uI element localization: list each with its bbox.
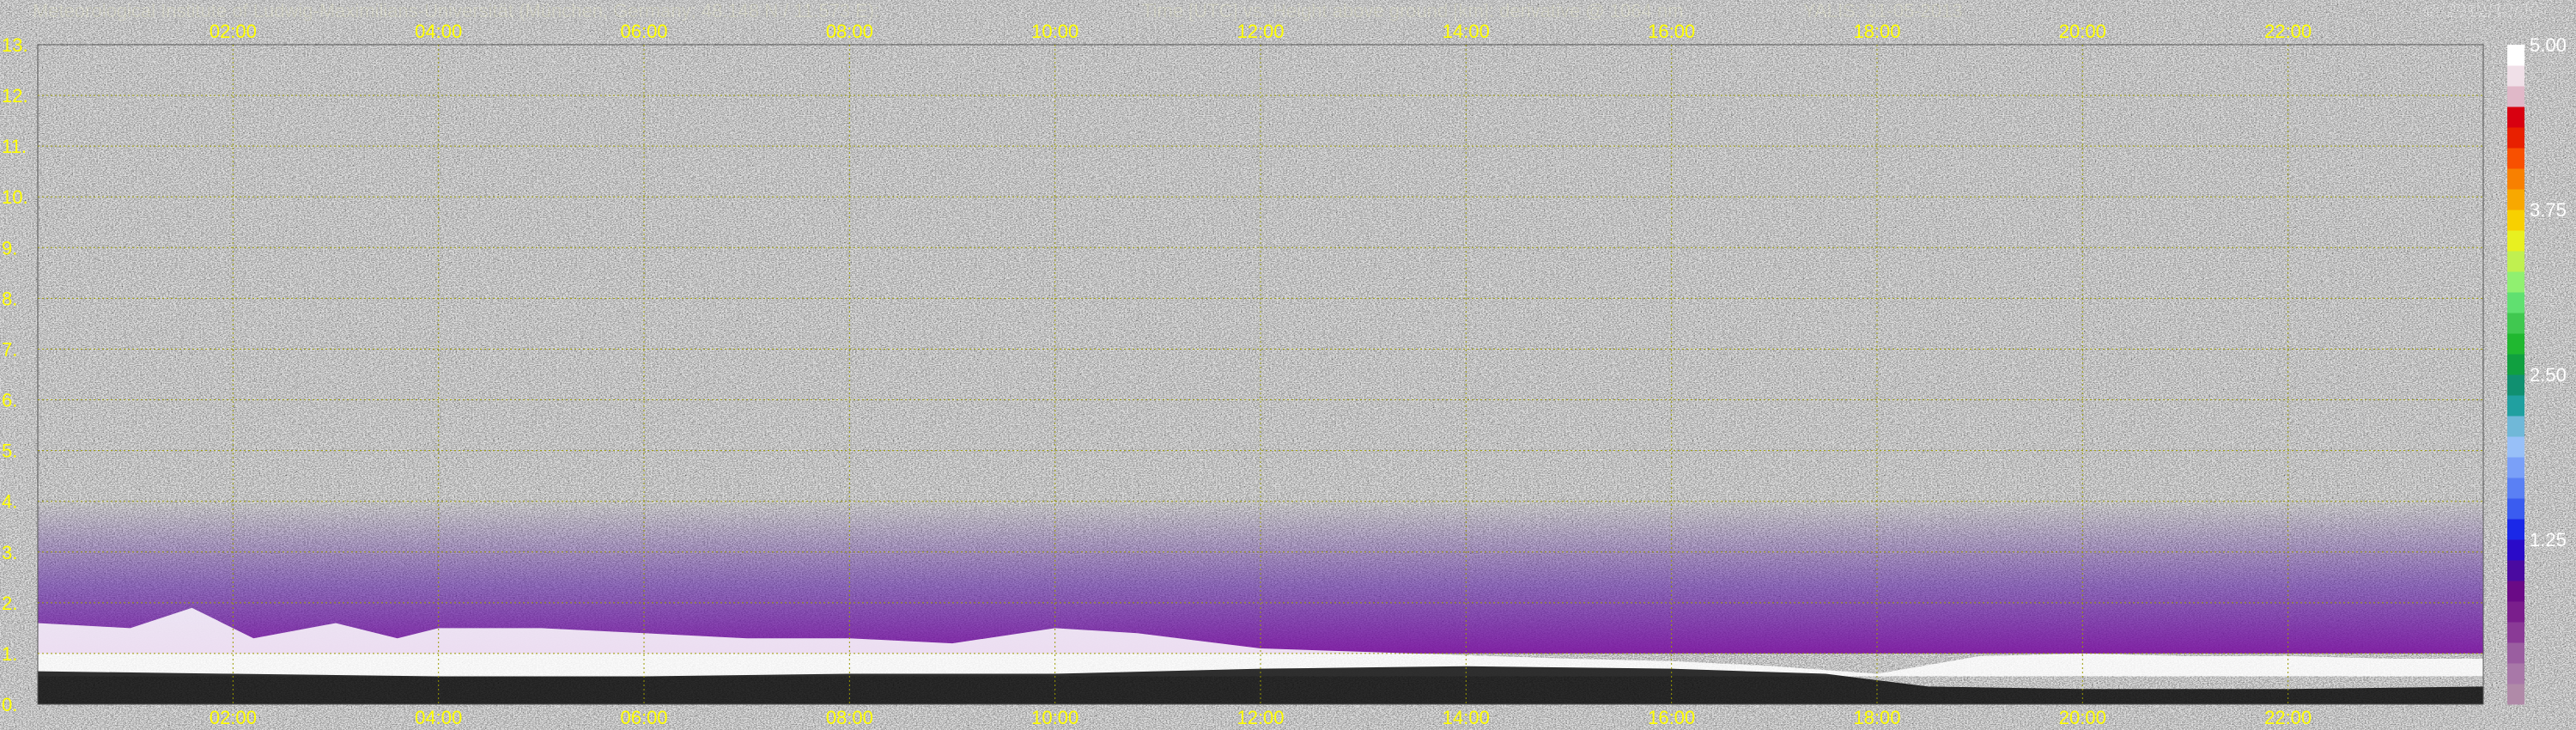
x-tick-label-top: 06:00 [620, 21, 667, 42]
colorbar-segment [2507, 168, 2524, 190]
colorbar-segment [2507, 519, 2524, 540]
colorbar-tick-label: 5.00 [2530, 34, 2567, 56]
colorbar-segment [2507, 457, 2524, 478]
colorbar-segment [2507, 601, 2524, 623]
y-tick-label: 9. [2, 237, 17, 259]
y-tick-label: 0. [2, 694, 17, 715]
colorbar-tick-label: 3.75 [2530, 199, 2567, 221]
colorbar-segment [2507, 478, 2524, 499]
x-tick-label-top: 02:00 [210, 21, 257, 42]
colorbar-segment [2507, 251, 2524, 272]
y-tick-label: 12. [2, 85, 28, 106]
x-tick-label-bottom: 22:00 [2264, 707, 2312, 728]
y-tick-label: 3. [2, 542, 17, 563]
colorbar-segment [2507, 436, 2524, 458]
colorbar-segment [2507, 313, 2524, 334]
y-tick-label: 2. [2, 593, 17, 614]
x-tick-label-bottom: 20:00 [2059, 707, 2106, 728]
x-tick-label-top: 14:00 [1443, 21, 1490, 42]
colorbar-segment [2507, 333, 2524, 355]
x-tick-label-top: 16:00 [1648, 21, 1695, 42]
x-tick-label-bottom: 10:00 [1031, 707, 1078, 728]
colorbar-segment [2507, 210, 2524, 231]
colorbar-segment [2507, 663, 2524, 684]
x-axis-top: 02:00 04:00 06:00 08:00 10:00 12:00 14:00 16:00… [210, 21, 2312, 42]
colorbar-segment [2507, 65, 2524, 87]
y-axis: 0. 1. 2. 3. 4. 5. 6. 7. 8. 9. 10. 11. 12. 13. [2, 34, 28, 715]
x-tick-label-bottom: 02:00 [210, 707, 257, 728]
y-tick-label: 6. [2, 390, 17, 411]
colorbar-segment [2507, 127, 2524, 149]
x-tick-label-top: 04:00 [415, 21, 462, 42]
colorbar-segment [2507, 684, 2524, 705]
colorbar-segment [2507, 416, 2524, 437]
colorbar-tick-label: 2.50 [2530, 364, 2567, 386]
y-tick-label: 4. [2, 491, 17, 513]
x-tick-label-top: 18:00 [1853, 21, 1900, 42]
y-tick-label: 11. [2, 136, 27, 157]
colorbar-segment [2507, 106, 2524, 128]
colorbar-segment [2507, 498, 2524, 520]
y-tick-label: 1. [2, 643, 17, 665]
x-tick-label-top: 12:00 [1236, 21, 1284, 42]
y-tick-label: 7. [2, 338, 17, 360]
x-axis-bottom: 02:00 04:00 06:00 08:00 10:00 12:00 14:00 16:00… [210, 707, 2312, 728]
colorbar-segment [2507, 148, 2524, 169]
colorbar-segment [2507, 354, 2524, 375]
colorbar-segment [2507, 560, 2524, 581]
colorbar-tick-label: 1.25 [2530, 529, 2567, 551]
colorbar-segment [2507, 45, 2524, 66]
x-tick-label-bottom: 18:00 [1853, 707, 1900, 728]
x-tick-label-bottom: 16:00 [1648, 707, 1695, 728]
y-tick-label: 10. [2, 186, 28, 208]
colorbar-segment [2507, 230, 2524, 252]
y-tick-label: 13. [2, 34, 28, 56]
colorbar-segment [2507, 271, 2524, 293]
colorbar-segment [2507, 539, 2524, 561]
x-tick-label-bottom: 12:00 [1236, 707, 1284, 728]
y-tick-label: 8. [2, 288, 17, 309]
x-tick-label-top: 08:00 [826, 21, 873, 42]
x-tick-label-bottom: 14:00 [1443, 707, 1490, 728]
x-tick-label-top: 10:00 [1031, 21, 1078, 42]
colorbar-segment [2507, 189, 2524, 210]
x-tick-label-bottom: 08:00 [826, 707, 873, 728]
x-tick-label-top: 22:00 [2264, 21, 2312, 42]
colorbar-segment [2507, 86, 2524, 107]
colorbar-segment [2507, 622, 2524, 643]
colorbar: 5.00 3.75 2.50 1.25 [2507, 34, 2567, 705]
x-tick-label-bottom: 04:00 [415, 707, 462, 728]
x-tick-label-bottom: 06:00 [620, 707, 667, 728]
colorbar-segment [2507, 292, 2524, 313]
colorbar-segment [2507, 374, 2524, 396]
colorbar-segment [2507, 581, 2524, 602]
lidar-chart: 02:00 04:00 06:00 08:00 10:00 12:00 14:00 16:00… [2, 21, 2567, 728]
colorbar-segment [2507, 642, 2524, 664]
colorbar-segment [2507, 395, 2524, 417]
y-tick-label: 5. [2, 441, 17, 462]
x-tick-label-top: 20:00 [2059, 21, 2106, 42]
